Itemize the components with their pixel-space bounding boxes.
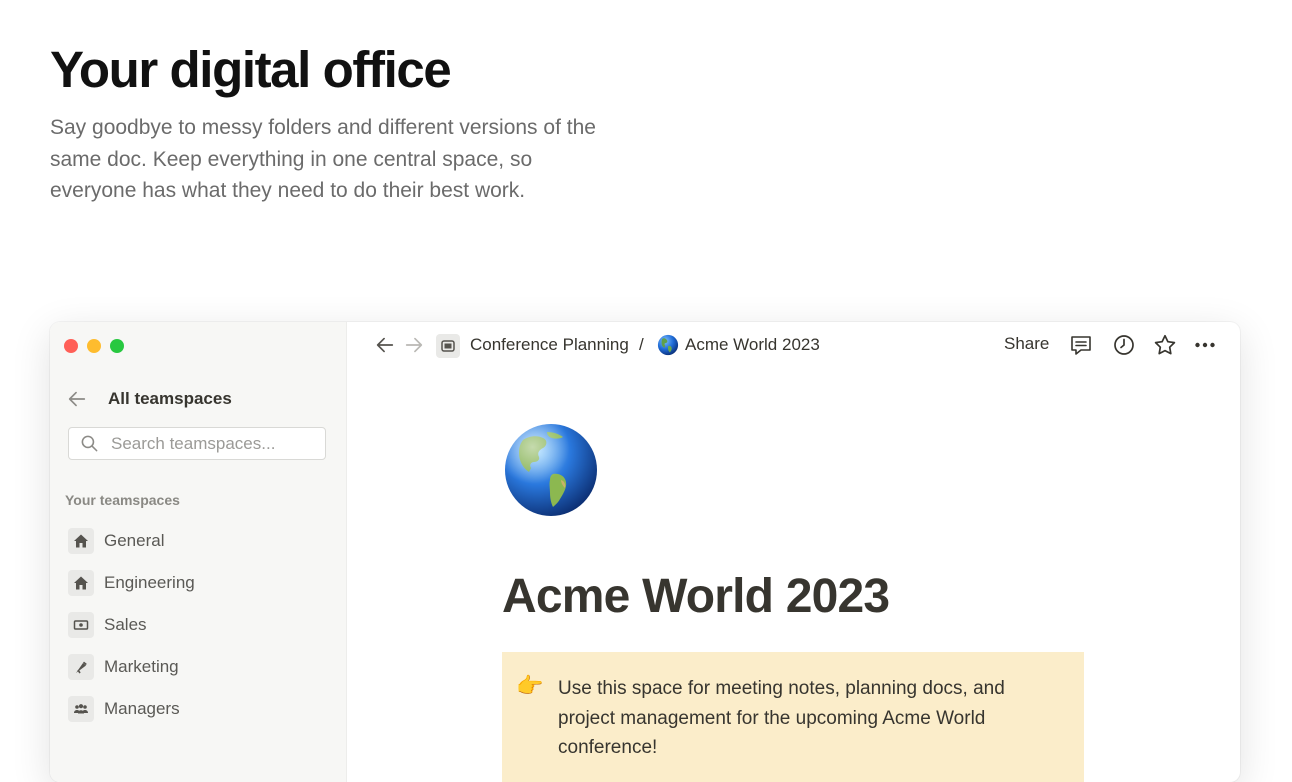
section-label-your-teamspaces: Your teamspaces	[65, 492, 180, 508]
search-input[interactable]	[109, 432, 313, 455]
comment-icon[interactable]	[1069, 333, 1093, 357]
teamspace-item-engineering[interactable]: Engineering	[68, 562, 195, 604]
callout-text: Use this space for meeting notes, planni…	[558, 678, 1005, 758]
teamspace-label: Managers	[104, 699, 180, 718]
globe-icon	[657, 334, 679, 356]
close-window-button[interactable]	[64, 339, 78, 353]
main-content: Conference Planning / Acme World 2023 Sh…	[347, 322, 1240, 782]
teamspace-label: Engineering	[104, 573, 195, 592]
minimize-window-button[interactable]	[87, 339, 101, 353]
back-arrow-icon[interactable]	[374, 334, 396, 356]
share-button[interactable]: Share	[1004, 334, 1049, 354]
all-teamspaces-button[interactable]: All teamspaces	[66, 388, 232, 410]
teamspace-label: General	[104, 531, 165, 550]
home-icon	[74, 576, 88, 590]
callout-block[interactable]: 👉 Use this space for meeting notes, plan…	[502, 652, 1084, 782]
teamspace-item-managers[interactable]: Managers	[68, 688, 195, 730]
app-window: All teamspaces Your teamspaces General E…	[50, 322, 1240, 782]
teamspace-item-sales[interactable]: Sales	[68, 604, 195, 646]
people-icon	[74, 704, 88, 714]
more-options-icon[interactable]	[1193, 333, 1217, 357]
topbar: Conference Planning / Acme World 2023 Sh…	[347, 322, 1240, 368]
pointing-hand-icon: 👉	[516, 673, 544, 698]
teamspace-label: Sales	[104, 615, 147, 634]
all-teamspaces-label: All teamspaces	[108, 389, 232, 408]
breadcrumb-acme-world[interactable]: Acme World 2023	[685, 335, 820, 355]
home-icon	[74, 534, 88, 548]
star-icon[interactable]	[1153, 333, 1177, 357]
teamspace-list: General Engineering Sales Marketing Mana…	[68, 520, 195, 730]
sidebar: All teamspaces Your teamspaces General E…	[50, 322, 347, 782]
clock-icon[interactable]	[1112, 333, 1136, 357]
window-controls	[64, 339, 124, 353]
screen-icon	[441, 340, 455, 352]
search-box	[68, 427, 326, 460]
hero-description: Say goodbye to messy folders and differe…	[50, 116, 596, 202]
teamspace-item-general[interactable]: General	[68, 520, 195, 562]
maximize-window-button[interactable]	[110, 339, 124, 353]
breadcrumb-conference-planning[interactable]: Conference Planning	[470, 335, 629, 355]
page-globe-icon[interactable]	[503, 422, 599, 518]
breadcrumb-separator: /	[639, 335, 644, 354]
cash-icon	[73, 620, 89, 630]
forward-arrow-icon[interactable]	[403, 334, 425, 356]
arrow-left-icon	[68, 391, 86, 407]
megaphone-icon	[76, 661, 87, 674]
page-title[interactable]: Acme World 2023	[502, 567, 890, 627]
conference-planning-page-icon	[436, 334, 460, 358]
teamspace-label: Marketing	[104, 657, 179, 676]
teamspace-item-marketing[interactable]: Marketing	[68, 646, 195, 688]
hero-title: Your digital office	[50, 41, 452, 98]
search-icon	[81, 435, 98, 452]
